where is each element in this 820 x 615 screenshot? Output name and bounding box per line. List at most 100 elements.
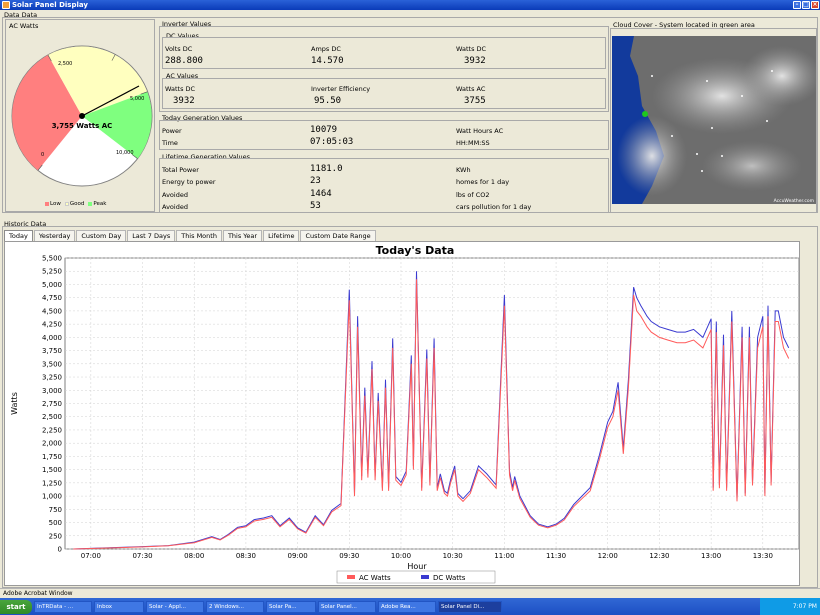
- gauge-needle-hub: [79, 113, 85, 119]
- y-tick-label: 1,250: [42, 479, 62, 487]
- y-tick-label: 750: [49, 506, 62, 514]
- window-title: Solar Panel Display: [12, 1, 88, 9]
- lifetime-generation-panel: [159, 158, 609, 213]
- y-tick-label: 250: [49, 532, 62, 540]
- gauge-tick-2500: 2,500: [58, 61, 72, 67]
- x-tick-label: 09:00: [288, 552, 308, 560]
- legend-ac-watts-swatch: [347, 575, 355, 579]
- legend-low-swatch: [45, 202, 49, 206]
- taskbar-item[interactable]: 2 Windows...: [206, 600, 264, 613]
- x-tick-label: 10:00: [391, 552, 411, 560]
- cloud-cover-map: AccuWeather.com: [612, 36, 816, 204]
- dc-values-panel: [162, 37, 606, 69]
- lifetime-row-unit: cars pollution for 1 day: [456, 203, 532, 211]
- inverter-efficiency-value: 95.50: [314, 96, 342, 106]
- ac-watts-dc-label: Watts DC: [165, 85, 196, 93]
- lifetime-row-value: 53: [310, 201, 321, 211]
- tab-last-7-days[interactable]: Last 7 Days: [127, 230, 176, 241]
- x-tick-label: 07:00: [81, 552, 101, 560]
- map-cloud: [617, 116, 687, 196]
- tab-this-year[interactable]: This Year: [222, 230, 263, 241]
- lifetime-row-label: Avoided: [162, 191, 188, 199]
- ac-values-panel: [162, 78, 606, 109]
- volts-dc-label: Volts DC: [165, 45, 193, 53]
- taskbar-item[interactable]: Solar Panel...: [318, 600, 376, 613]
- x-tick-label: 11:30: [546, 552, 566, 560]
- today-time-format: HH:MM:SS: [456, 139, 490, 147]
- ac-watts-title: AC Watts: [9, 22, 39, 30]
- todays-data-chart: Today's Data Watts Hour 0 250 500 750 1,000 1…: [10, 244, 800, 584]
- lifetime-row-value: 1464: [310, 189, 332, 199]
- taskbar-item-active[interactable]: Solar Panel Di...: [438, 600, 502, 613]
- volts-dc-value: 288.800: [165, 56, 203, 66]
- y-tick-label: 5,000: [42, 281, 62, 289]
- gauge-value-text: 3,755 Watts AC: [52, 122, 113, 130]
- x-tick-label: 11:00: [494, 552, 514, 560]
- start-button[interactable]: start: [0, 599, 32, 614]
- legend-good-swatch: [64, 202, 69, 206]
- y-tick-label: 5,250: [42, 268, 62, 276]
- watts-dc-value: 3932: [464, 56, 486, 66]
- x-tick-label: 07:30: [132, 552, 152, 560]
- legend-low-label: Low: [50, 201, 61, 207]
- gauge-tick-10000: 10,000: [116, 150, 134, 156]
- y-tick-label: 2,000: [42, 440, 62, 448]
- window-controls: – □ ×: [793, 1, 819, 9]
- y-tick-label: 500: [49, 519, 62, 527]
- minimize-button[interactable]: –: [793, 1, 801, 9]
- today-power-unit: Watt Hours AC: [456, 127, 504, 135]
- legend-peak: Peak: [88, 201, 106, 207]
- ac-watts-gauge: 0 2,500 5,000 10,000 3,755 Watts AC: [11, 45, 153, 187]
- x-tick-label: 09:30: [339, 552, 359, 560]
- tab-custom-day[interactable]: Custom Day: [76, 230, 127, 241]
- chart-x-axis-label: Hour: [407, 562, 427, 571]
- legend-dc-watts-label: DC Watts: [433, 574, 466, 582]
- y-tick-label: 1,750: [42, 453, 62, 461]
- amps-dc-label: Amps DC: [311, 45, 341, 53]
- maximize-button[interactable]: □: [802, 1, 810, 9]
- y-tick-label: 4,500: [42, 307, 62, 315]
- taskbar-item[interactable]: InTRData - ...: [34, 600, 92, 613]
- taskbar-item[interactable]: Solar Pa...: [266, 600, 316, 613]
- lifetime-row-label: Avoided: [162, 203, 188, 211]
- watts-ac-label: Watts AC: [456, 85, 486, 93]
- ac-watts-dc-value: 3932: [173, 96, 195, 106]
- tab-yesterday[interactable]: Yesterday: [33, 230, 76, 241]
- taskbar-item[interactable]: Adobe Rea...: [378, 600, 436, 613]
- y-tick-label: 1,500: [42, 466, 62, 474]
- tab-today[interactable]: Today: [4, 230, 33, 241]
- chart-title: Today's Data: [376, 244, 455, 257]
- y-tick-label: 1,000: [42, 493, 62, 501]
- tab-this-month[interactable]: This Month: [176, 230, 222, 241]
- legend-low: Low: [45, 201, 61, 207]
- chart-panel: Today's Data Watts Hour 0 250 500 750 1,000 1…: [4, 241, 800, 586]
- gauge-legend: Low Good Peak: [45, 201, 106, 207]
- watts-dc-label: Watts DC: [456, 45, 487, 53]
- inverter-efficiency-label: Inverter Efficiency: [311, 85, 371, 93]
- close-button[interactable]: ×: [811, 1, 819, 9]
- gauge-tick-0: 0: [41, 152, 44, 158]
- today-time-label: Time: [162, 139, 178, 147]
- tab-lifetime[interactable]: Lifetime: [263, 230, 300, 241]
- chart-x-ticks: 07:00 07:30 08:00 08:30 09:00 09:30 10:00 10:30…: [81, 552, 773, 560]
- legend-peak-swatch: [88, 202, 93, 206]
- system-location-marker: [642, 111, 648, 117]
- today-time-value: 07:05:03: [310, 137, 354, 147]
- amps-dc-value: 14.570: [311, 56, 344, 66]
- watts-ac-value: 3755: [464, 96, 486, 106]
- lifetime-row-unit: KWh: [456, 166, 471, 174]
- x-tick-label: 13:30: [753, 552, 773, 560]
- taskbar-item[interactable]: Solar - Appl...: [146, 600, 204, 613]
- legend-ac-watts-label: AC Watts: [359, 574, 391, 582]
- y-tick-label: 4,750: [42, 294, 62, 302]
- y-tick-label: 3,750: [42, 347, 62, 355]
- x-tick-label: 12:30: [649, 552, 669, 560]
- taskbar-item[interactable]: Inbox: [94, 600, 144, 613]
- x-tick-label: 12:00: [598, 552, 618, 560]
- system-tray-clock: 7:07 PM: [760, 598, 820, 615]
- y-tick-label: 3,250: [42, 374, 62, 382]
- window-title-bar: Solar Panel Display – □ ×: [0, 0, 820, 10]
- status-bar: Adobe Acrobat Window: [0, 588, 820, 598]
- tab-custom-date-range[interactable]: Custom Date Range: [300, 230, 376, 241]
- map-cloud: [702, 141, 802, 191]
